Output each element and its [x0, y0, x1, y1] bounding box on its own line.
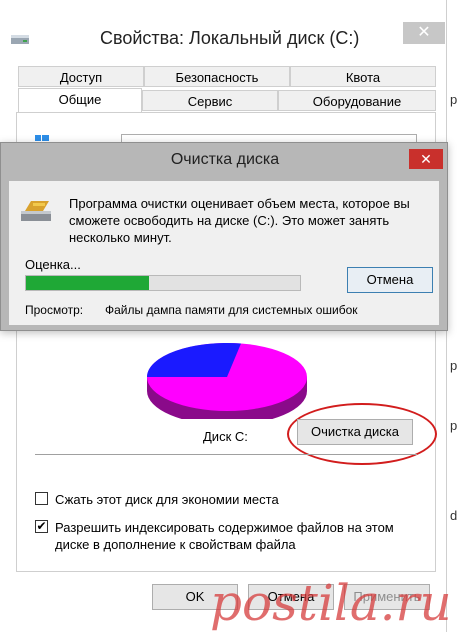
divider: [35, 454, 417, 455]
compress-label: Сжать этот диск для экономии места: [55, 492, 279, 507]
disk-usage-pie-chart: [146, 342, 307, 419]
index-checkbox[interactable]: ✔: [35, 520, 48, 533]
disk-cleanup-icon: [21, 201, 51, 221]
properties-title: Свойства: Локальный диск (C:): [100, 28, 360, 48]
watermark-logo: postila.ru: [210, 574, 452, 632]
properties-titlebar: Свойства: Локальный диск (C:) ✕: [0, 0, 446, 58]
dialog-body: Программа очистки оценивает объем места,…: [9, 181, 439, 325]
progress-fill: [26, 276, 150, 290]
properties-close-button[interactable]: ✕: [403, 22, 445, 44]
viewing-row: Просмотр: Файлы дампа памяти для системны…: [25, 303, 358, 317]
tab-access[interactable]: Доступ: [18, 66, 144, 87]
progress-bar: [25, 275, 301, 291]
dialog-cancel-button[interactable]: Отмена: [347, 267, 433, 293]
dialog-close-button[interactable]: ✕: [409, 149, 443, 169]
edge-fragment: р: [450, 358, 458, 373]
compress-checkbox[interactable]: [35, 492, 48, 505]
tab-hardware[interactable]: Оборудование: [278, 90, 436, 111]
tab-quota[interactable]: Квота: [290, 66, 436, 87]
dialog-message: Программа очистки оценивает объем места,…: [69, 196, 410, 245]
dialog-title: Очистка диска: [170, 151, 280, 168]
status-label: Оценка...: [25, 257, 81, 272]
edge-fragment: р: [450, 418, 458, 433]
drive-label: Диск C:: [203, 429, 248, 444]
edge-fragment: р: [450, 92, 458, 107]
edge-fragment: d: [450, 508, 458, 523]
disk-cleanup-dialog: Очистка диска ✕ Программа очистки оценив…: [0, 142, 448, 331]
viewing-label: Просмотр:: [25, 303, 84, 317]
index-label: Разрешить индексировать содержимое файло…: [55, 520, 394, 552]
pie-free-slice: [146, 342, 241, 377]
tab-general[interactable]: Общие: [18, 88, 142, 112]
tab-tools[interactable]: Сервис: [142, 90, 278, 111]
drive-icon: [11, 35, 29, 44]
viewing-value: Файлы дампа памяти для системных ошибок: [105, 303, 358, 317]
tab-security[interactable]: Безопасность: [144, 66, 290, 87]
disk-cleanup-button[interactable]: Очистка диска: [297, 419, 413, 445]
tabs-area: Доступ Безопасность Квота Общие Сервис О…: [18, 66, 436, 112]
